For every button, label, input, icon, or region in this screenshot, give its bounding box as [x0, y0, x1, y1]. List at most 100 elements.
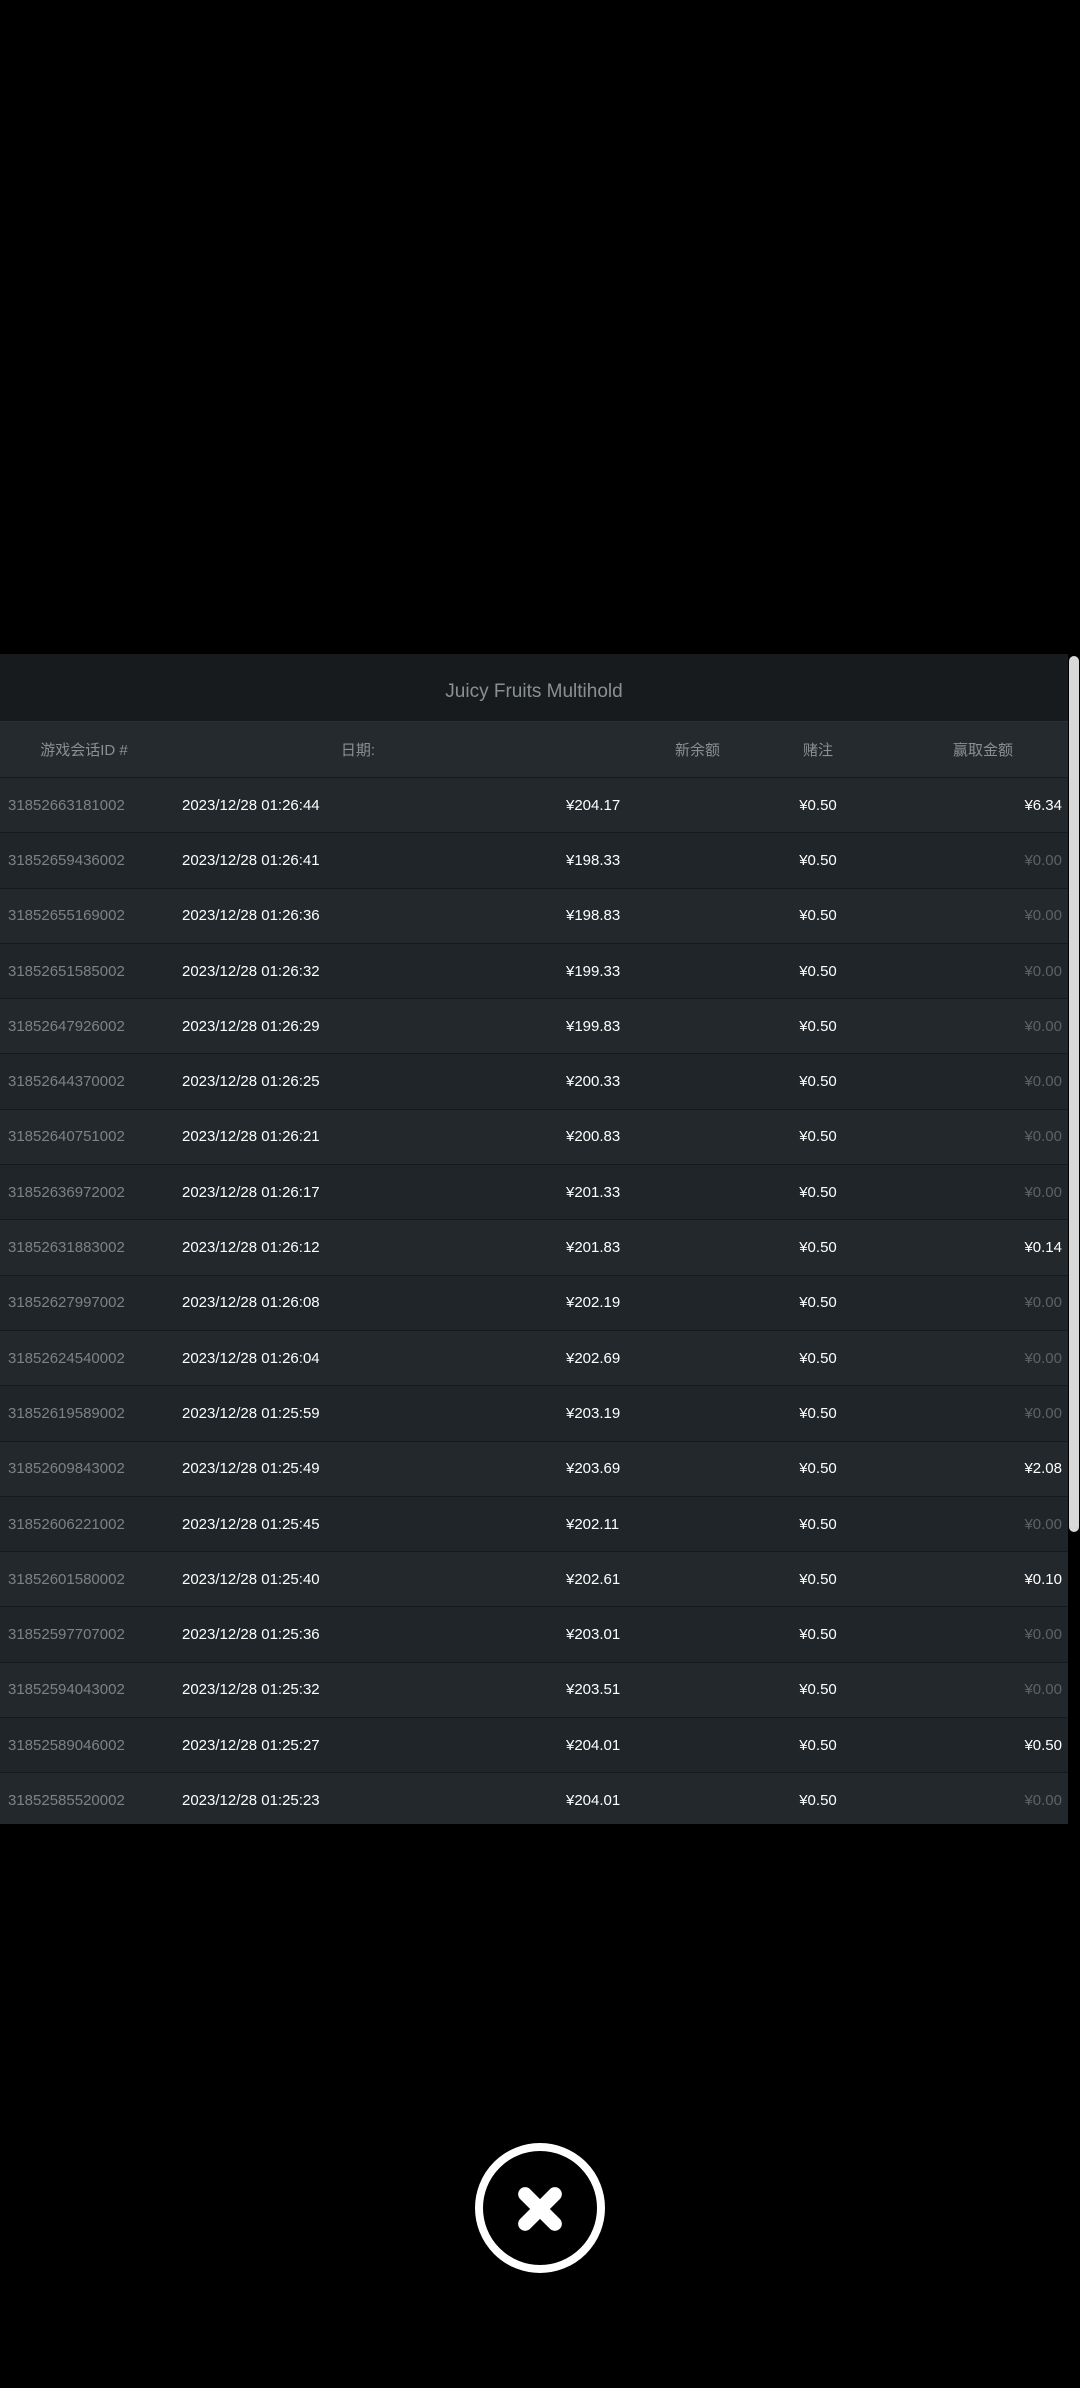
scrollbar-thumb[interactable]: [1069, 656, 1079, 1532]
session-id-cell: 31852606221002: [8, 1515, 125, 1533]
session-id-cell: 31852601580002: [8, 1570, 125, 1588]
table-row[interactable]: 31852663181002 2023/12/28 01:26:44 ¥204.17…: [0, 778, 1068, 834]
balance-cell: ¥203.01: [566, 1626, 621, 1644]
win-cell: ¥0.00: [1024, 1294, 1062, 1312]
header-date: 日期:: [340, 742, 376, 759]
session-id-cell: 31852644370002: [8, 1073, 125, 1091]
win-cell: ¥0.50: [1024, 1736, 1062, 1754]
win-cell: ¥0.00: [1024, 1626, 1062, 1644]
bet-cell: ¥0.50: [799, 1681, 837, 1699]
session-id-cell: 31852631883002: [8, 1239, 125, 1257]
date-cell: 2023/12/28 01:26:17: [182, 1183, 320, 1201]
balance-cell: ¥199.33: [566, 962, 621, 980]
bet-cell: ¥0.50: [799, 1404, 837, 1422]
win-cell: ¥0.00: [1024, 1404, 1062, 1422]
game-title: Juicy Fruits Multihold: [0, 654, 1068, 721]
balance-cell: ¥201.33: [566, 1183, 621, 1201]
table-row[interactable]: 31852640751002 2023/12/28 01:26:21 ¥200.83…: [0, 1109, 1068, 1166]
balance-cell: ¥202.11: [566, 1515, 620, 1533]
date-cell: 2023/12/28 01:26:41: [182, 851, 320, 869]
balance-cell: ¥200.33: [566, 1073, 621, 1091]
date-cell: 2023/12/28 01:26:04: [182, 1349, 320, 1367]
date-cell: 2023/12/28 01:26:08: [182, 1294, 320, 1312]
balance-cell: ¥204.01: [566, 1791, 621, 1809]
date-cell: 2023/12/28 01:26:44: [182, 796, 320, 814]
win-cell: ¥0.00: [1024, 1681, 1062, 1699]
bet-cell: ¥0.50: [799, 1460, 837, 1478]
bet-cell: ¥0.50: [799, 962, 837, 980]
table-row[interactable]: 31852624540002 2023/12/28 01:26:04 ¥202.69…: [0, 1330, 1068, 1387]
date-cell: 2023/12/28 01:25:36: [182, 1626, 320, 1644]
date-cell: 2023/12/28 01:25:40: [182, 1570, 320, 1588]
table-row[interactable]: 31852594043002 2023/12/28 01:25:32 ¥203.51…: [0, 1662, 1068, 1719]
session-id-cell: 31852597707002: [8, 1626, 125, 1644]
balance-cell: ¥202.19: [566, 1294, 621, 1312]
session-id-cell: 31852636972002: [8, 1183, 125, 1201]
bet-cell: ¥0.50: [799, 1515, 837, 1533]
session-id-cell: 31852589046002: [8, 1736, 125, 1754]
bet-cell: ¥0.50: [799, 1183, 837, 1201]
session-id-cell: 31852659436002: [8, 851, 125, 869]
table-row[interactable]: 31852597707002 2023/12/28 01:25:36 ¥203.01…: [0, 1607, 1068, 1663]
win-cell: ¥0.00: [1024, 1017, 1062, 1035]
table-row[interactable]: 31852647926002 2023/12/28 01:26:29 ¥199.83…: [0, 999, 1068, 1055]
balance-cell: ¥204.17: [566, 796, 621, 814]
table-body[interactable]: 31852663181002 2023/12/28 01:26:44 ¥204.17…: [0, 778, 1068, 1824]
date-cell: 2023/12/28 01:25:27: [182, 1736, 320, 1754]
table-row[interactable]: 31852651585002 2023/12/28 01:26:32 ¥199.33…: [0, 943, 1068, 1000]
win-cell: ¥0.00: [1024, 851, 1062, 869]
win-cell: ¥0.00: [1024, 1073, 1062, 1091]
win-cell: ¥0.00: [1024, 1128, 1062, 1146]
session-id-cell: 31852594043002: [8, 1681, 125, 1699]
date-cell: 2023/12/28 01:25:49: [182, 1460, 320, 1478]
win-cell: ¥0.00: [1024, 1349, 1062, 1367]
win-cell: ¥0.00: [1024, 1183, 1062, 1201]
balance-cell: ¥203.69: [566, 1460, 621, 1478]
table-row[interactable]: 31852585520002 2023/12/28 01:25:23 ¥204.01…: [0, 1773, 1068, 1824]
bet-cell: ¥0.50: [799, 1570, 837, 1588]
session-id-cell: 31852585520002: [8, 1791, 125, 1809]
balance-cell: ¥202.61: [566, 1570, 621, 1588]
balance-cell: ¥203.51: [566, 1681, 621, 1699]
date-cell: 2023/12/28 01:25:59: [182, 1404, 320, 1422]
bet-cell: ¥0.50: [799, 907, 837, 925]
bet-cell: ¥0.50: [799, 1073, 837, 1091]
bet-cell: ¥0.50: [799, 1736, 837, 1754]
win-cell: ¥0.00: [1024, 1791, 1062, 1809]
table-row[interactable]: 31852601580002 2023/12/28 01:25:40 ¥202.61…: [0, 1552, 1068, 1608]
session-id-cell: 31852609843002: [8, 1460, 125, 1478]
table-row[interactable]: 31852627997002 2023/12/28 01:26:08 ¥202.19…: [0, 1275, 1068, 1331]
balance-cell: ¥203.19: [566, 1404, 621, 1422]
session-id-cell: 31852655169002: [8, 907, 125, 925]
table-row[interactable]: 31852655169002 2023/12/28 01:26:36 ¥198.83…: [0, 888, 1068, 944]
table-row[interactable]: 31852644370002 2023/12/28 01:26:25 ¥200.33…: [0, 1054, 1068, 1110]
balance-cell: ¥200.83: [566, 1128, 621, 1146]
table-row[interactable]: 31852589046002 2023/12/28 01:25:27 ¥204.01…: [0, 1718, 1068, 1774]
header-win: 赢取金额: [952, 742, 1013, 759]
bet-cell: ¥0.50: [799, 1017, 837, 1035]
header-bet: 赌注: [802, 742, 833, 759]
bet-cell: ¥0.50: [799, 851, 837, 869]
balance-cell: ¥202.69: [566, 1349, 621, 1367]
session-id-cell: 31852627997002: [8, 1294, 125, 1312]
table-row[interactable]: 31852659436002 2023/12/28 01:26:41 ¥198.33…: [0, 833, 1068, 889]
win-cell: ¥0.00: [1024, 962, 1062, 980]
session-id-cell: 31852640751002: [8, 1128, 125, 1146]
date-cell: 2023/12/28 01:25:45: [182, 1515, 320, 1533]
session-id-cell: 31852619589002: [8, 1404, 125, 1422]
win-cell: ¥0.00: [1024, 907, 1062, 925]
close-button[interactable]: [475, 2143, 605, 2273]
table-row[interactable]: 31852609843002 2023/12/28 01:25:49 ¥203.69…: [0, 1441, 1068, 1497]
table-row[interactable]: 31852636972002 2023/12/28 01:26:17 ¥201.33…: [0, 1165, 1068, 1221]
table-row[interactable]: 31852619589002 2023/12/28 01:25:59 ¥203.19…: [0, 1386, 1068, 1442]
table-row[interactable]: 31852631883002 2023/12/28 01:26:12 ¥201.83…: [0, 1220, 1068, 1276]
header-session-id: 游戏会话ID #: [40, 742, 128, 759]
table-row[interactable]: 31852606221002 2023/12/28 01:25:45 ¥202.11…: [0, 1496, 1068, 1553]
win-cell: ¥6.34: [1024, 796, 1062, 814]
bet-cell: ¥0.50: [799, 1791, 837, 1809]
balance-cell: ¥204.01: [566, 1736, 621, 1754]
date-cell: 2023/12/28 01:26:21: [182, 1128, 320, 1146]
session-id-cell: 31852624540002: [8, 1349, 125, 1367]
balance-cell: ¥201.83: [566, 1239, 621, 1257]
history-panel: Juicy Fruits Multihold 游戏会话ID # 日期: 新余额 …: [0, 654, 1068, 1824]
